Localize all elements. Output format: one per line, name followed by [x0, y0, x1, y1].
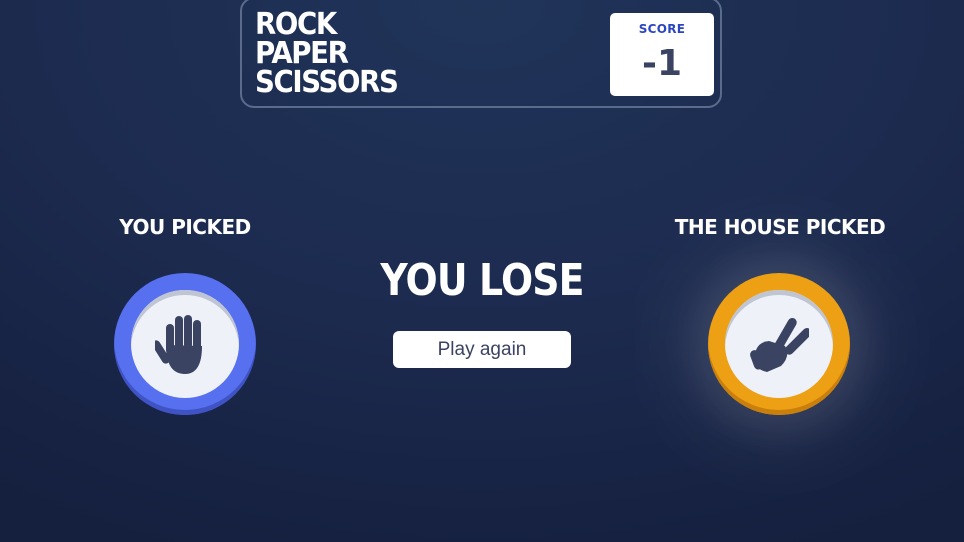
- paper-hand-icon: [155, 315, 202, 374]
- game-title: ROCK PAPER SCISSORS: [255, 7, 399, 100]
- title-line-scissors: SCISSORS: [255, 65, 399, 100]
- player-paper-token: [114, 273, 256, 415]
- player-token-face: [131, 290, 239, 398]
- score-label: SCORE: [638, 22, 686, 36]
- score-value: -1: [642, 43, 682, 84]
- house-token-face: [725, 290, 833, 398]
- score-box: SCORE -1: [610, 13, 714, 96]
- result-text: YOU LOSE: [380, 255, 584, 306]
- house-scissors-token: [708, 273, 850, 415]
- play-again-button[interactable]: Play again: [393, 331, 571, 368]
- game-header: ROCK PAPER SCISSORS SCORE -1: [240, 0, 722, 108]
- house-picked-label: THE HOUSE PICKED: [674, 215, 886, 239]
- title-line-rock: ROCK: [255, 7, 337, 42]
- you-picked-label: YOU PICKED: [119, 215, 251, 239]
- title-line-paper: PAPER: [255, 36, 349, 71]
- scissors-hand-icon: [750, 317, 809, 372]
